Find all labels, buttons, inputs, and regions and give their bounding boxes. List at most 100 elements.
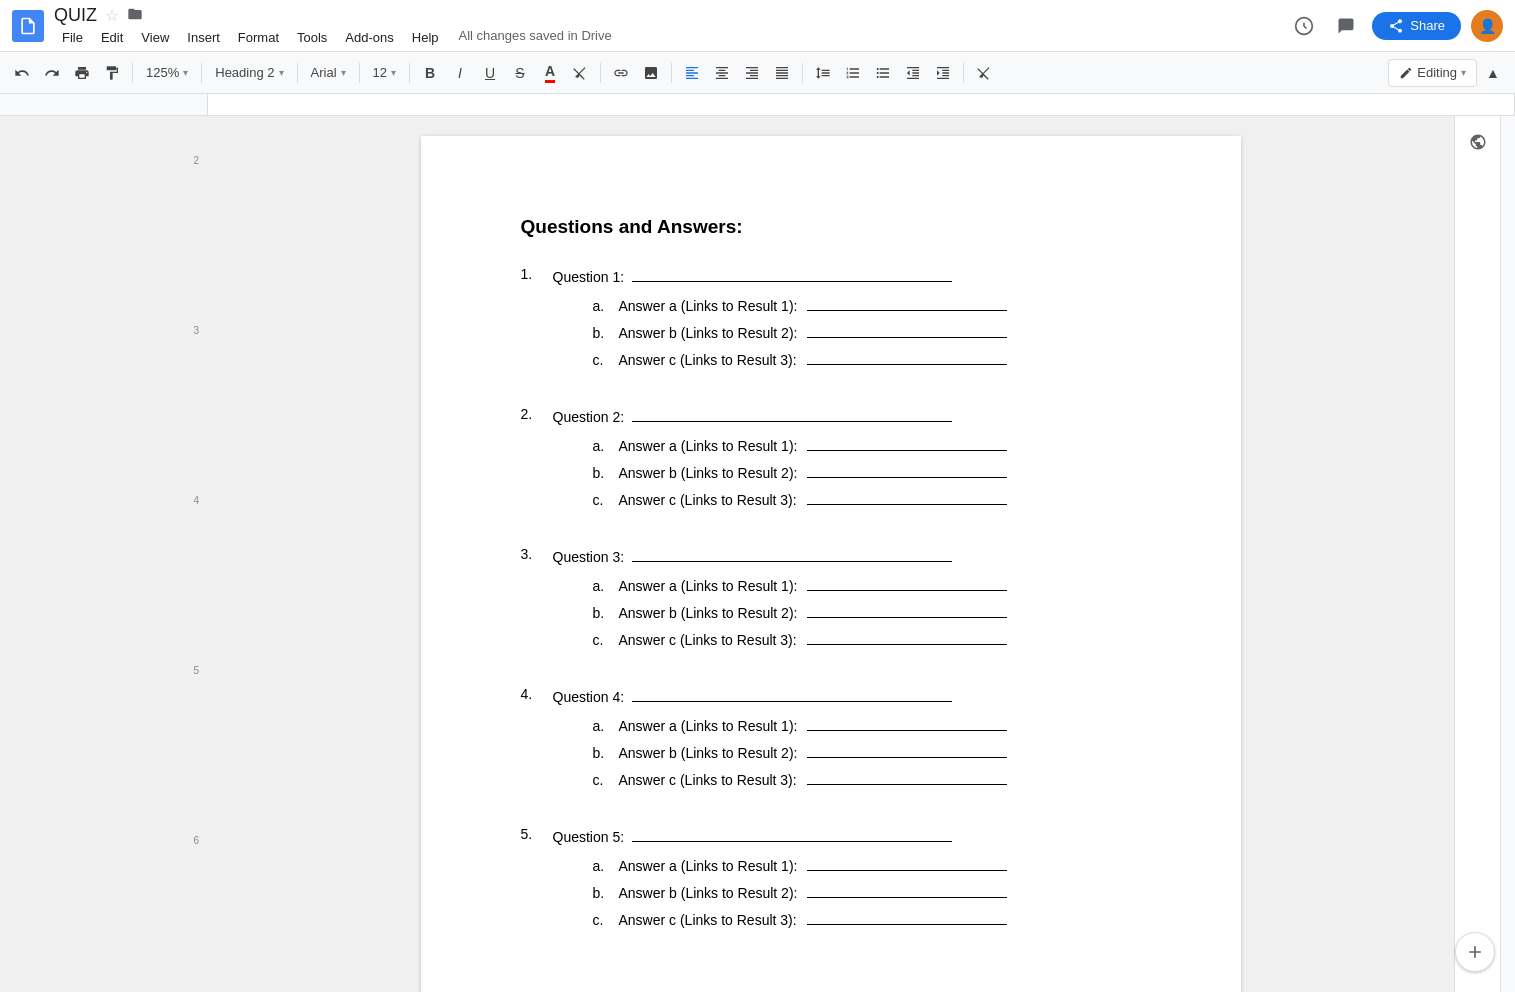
answer-item: c.Answer c (Links to Result 3): bbox=[593, 769, 1141, 788]
zoom-value: 125% bbox=[146, 65, 179, 80]
question-item: 3. Question 3: a.Answer a (Links to Resu… bbox=[521, 546, 1141, 656]
font-chevron: ▾ bbox=[341, 67, 346, 78]
answer-item: c.Answer c (Links to Result 3): bbox=[593, 909, 1141, 928]
title-right: Share 👤 bbox=[1288, 10, 1503, 42]
bottom-bar bbox=[1455, 932, 1495, 972]
align-right-button[interactable] bbox=[738, 59, 766, 87]
answer-item: c.Answer c (Links to Result 3): bbox=[593, 489, 1141, 508]
explore-icon[interactable] bbox=[1288, 10, 1320, 42]
answer-item: a.Answer a (Links to Result 1): bbox=[593, 855, 1141, 874]
size-value: 12 bbox=[373, 65, 387, 80]
question-text: Question 1: bbox=[553, 266, 1141, 285]
image-button[interactable] bbox=[637, 59, 665, 87]
answer-list: a.Answer a (Links to Result 1): b.Answer… bbox=[553, 855, 1141, 928]
answer-list: a.Answer a (Links to Result 1): b.Answer… bbox=[553, 715, 1141, 788]
comments-icon[interactable] bbox=[1330, 10, 1362, 42]
save-status: All changes saved in Drive bbox=[459, 28, 612, 47]
share-label: Share bbox=[1410, 18, 1445, 33]
editing-chevron: ▾ bbox=[1461, 67, 1466, 78]
question-number: 4. bbox=[521, 686, 545, 796]
answer-list: a.Answer a (Links to Result 1): b.Answer… bbox=[553, 575, 1141, 648]
title-bar: QUIZ ☆ File Edit View Insert Format Tool… bbox=[0, 0, 1515, 52]
question-text: Question 4: bbox=[553, 686, 1141, 705]
indent-increase-button[interactable] bbox=[929, 59, 957, 87]
menu-addons[interactable]: Add-ons bbox=[337, 28, 401, 47]
zoom-chevron: ▾ bbox=[183, 67, 188, 78]
menu-view[interactable]: View bbox=[133, 28, 177, 47]
question-content: Question 1: a.Answer a (Links to Result … bbox=[553, 266, 1141, 376]
left-margin: 2 3 4 5 6 7 8 bbox=[0, 116, 207, 992]
font-value: Arial bbox=[311, 65, 337, 80]
indent-decrease-button[interactable] bbox=[899, 59, 927, 87]
menu-file[interactable]: File bbox=[54, 28, 91, 47]
paint-format-button[interactable] bbox=[98, 59, 126, 87]
star-icon[interactable]: ☆ bbox=[105, 6, 119, 25]
style-value: Heading 2 bbox=[215, 65, 274, 80]
align-center-button[interactable] bbox=[708, 59, 736, 87]
menu-help[interactable]: Help bbox=[404, 28, 447, 47]
highlight-button[interactable] bbox=[566, 59, 594, 87]
undo-button[interactable] bbox=[8, 59, 36, 87]
question-content: Question 5: a.Answer a (Links to Result … bbox=[553, 826, 1141, 936]
question-number: 5. bbox=[521, 826, 545, 936]
numbered-list-button[interactable] bbox=[839, 59, 867, 87]
menu-tools[interactable]: Tools bbox=[289, 28, 335, 47]
question-number: 1. bbox=[521, 266, 545, 376]
doc-title[interactable]: QUIZ bbox=[54, 5, 97, 26]
menu-format[interactable]: Format bbox=[230, 28, 287, 47]
title-section: QUIZ ☆ File Edit View Insert Format Tool… bbox=[54, 5, 1278, 47]
answer-item: c.Answer c (Links to Result 3): bbox=[593, 349, 1141, 368]
collapse-button[interactable]: ▲ bbox=[1479, 59, 1507, 87]
bullet-list-button[interactable] bbox=[869, 59, 897, 87]
folder-icon[interactable] bbox=[127, 6, 143, 25]
add-page-button[interactable] bbox=[1455, 932, 1495, 972]
strikethrough-button[interactable]: S bbox=[506, 59, 534, 87]
user-avatar[interactable]: 👤 bbox=[1471, 10, 1503, 42]
question-content: Question 3: a.Answer a (Links to Result … bbox=[553, 546, 1141, 656]
explore-side-icon[interactable] bbox=[1460, 124, 1496, 160]
app-icon bbox=[12, 10, 44, 42]
answer-list: a.Answer a (Links to Result 1): b.Answer… bbox=[553, 295, 1141, 368]
answer-item: b.Answer b (Links to Result 2): bbox=[593, 602, 1141, 621]
answer-item: b.Answer b (Links to Result 2): bbox=[593, 322, 1141, 341]
link-button[interactable] bbox=[607, 59, 635, 87]
answer-list: a.Answer a (Links to Result 1): b.Answer… bbox=[553, 435, 1141, 508]
answer-item: b.Answer b (Links to Result 2): bbox=[593, 882, 1141, 901]
document-scroll-area[interactable]: Questions and Answers: 1. Question 1: a.… bbox=[207, 116, 1454, 992]
size-chevron: ▾ bbox=[391, 67, 396, 78]
document-heading: Questions and Answers: bbox=[521, 216, 1141, 238]
bold-button[interactable]: B bbox=[416, 59, 444, 87]
text-color-button[interactable]: A bbox=[536, 59, 564, 87]
question-text: Question 2: bbox=[553, 406, 1141, 425]
underline-button[interactable]: U bbox=[476, 59, 504, 87]
size-dropdown[interactable]: 12 ▾ bbox=[366, 59, 403, 87]
editing-mode-button[interactable]: Editing ▾ bbox=[1388, 59, 1477, 87]
line-spacing-button[interactable] bbox=[809, 59, 837, 87]
print-button[interactable] bbox=[68, 59, 96, 87]
scrollbar[interactable] bbox=[1500, 116, 1515, 992]
answer-item: b.Answer b (Links to Result 2): bbox=[593, 462, 1141, 481]
clear-format-button[interactable] bbox=[970, 59, 998, 87]
answer-item: a.Answer a (Links to Result 1): bbox=[593, 575, 1141, 594]
question-item: 4. Question 4: a.Answer a (Links to Resu… bbox=[521, 686, 1141, 796]
ruler-inner bbox=[207, 94, 1515, 115]
editing-label: Editing bbox=[1417, 65, 1457, 80]
style-chevron: ▾ bbox=[279, 67, 284, 78]
question-number: 3. bbox=[521, 546, 545, 656]
answer-item: a.Answer a (Links to Result 1): bbox=[593, 715, 1141, 734]
ruler bbox=[0, 94, 1515, 116]
question-number: 2. bbox=[521, 406, 545, 516]
italic-button[interactable]: I bbox=[446, 59, 474, 87]
font-dropdown[interactable]: Arial ▾ bbox=[304, 59, 353, 87]
redo-button[interactable] bbox=[38, 59, 66, 87]
answer-item: c.Answer c (Links to Result 3): bbox=[593, 629, 1141, 648]
share-button[interactable]: Share bbox=[1372, 12, 1461, 40]
menu-edit[interactable]: Edit bbox=[93, 28, 131, 47]
align-justify-button[interactable] bbox=[768, 59, 796, 87]
align-left-button[interactable] bbox=[678, 59, 706, 87]
style-dropdown[interactable]: Heading 2 ▾ bbox=[208, 59, 290, 87]
document-page: Questions and Answers: 1. Question 1: a.… bbox=[421, 136, 1241, 992]
question-item: 2. Question 2: a.Answer a (Links to Resu… bbox=[521, 406, 1141, 516]
zoom-dropdown[interactable]: 125% ▾ bbox=[139, 59, 195, 87]
menu-insert[interactable]: Insert bbox=[179, 28, 228, 47]
